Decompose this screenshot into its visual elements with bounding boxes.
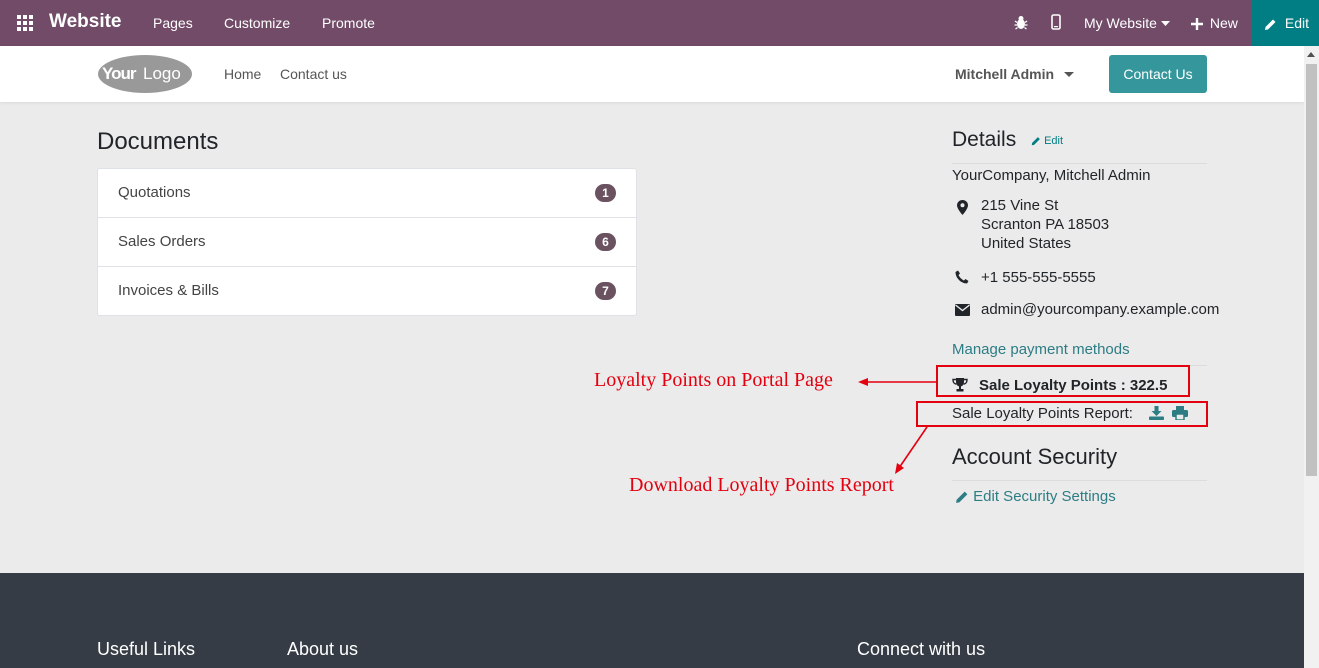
footer-useful-links: Useful Links <box>97 639 196 659</box>
footer-about-us: About us <box>287 639 359 659</box>
site-footer: Useful Links About us Connect with us <box>0 573 1304 668</box>
annotation-arrows <box>858 378 936 474</box>
footer-connect: Connect with us <box>857 639 986 659</box>
